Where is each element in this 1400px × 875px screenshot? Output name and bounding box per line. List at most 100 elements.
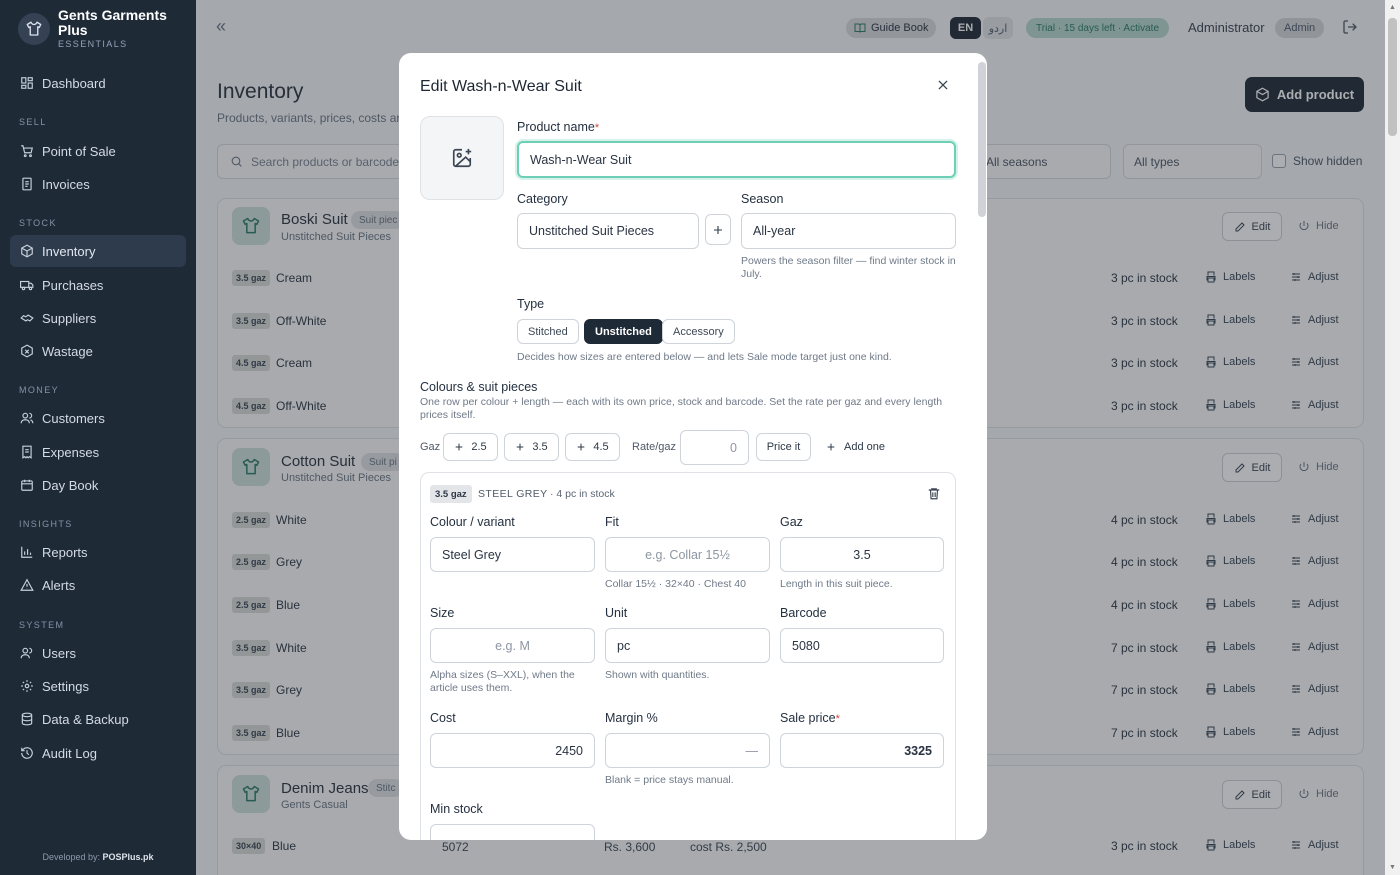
- sidebar: Gents Garments Plus ESSENTIALS Dashboard…: [0, 0, 196, 875]
- trash-icon[interactable]: [927, 486, 941, 501]
- add-gaz-2-5-button[interactable]: 2.5: [443, 433, 498, 461]
- product-name-input[interactable]: [517, 141, 956, 178]
- sidebar-item-invoices[interactable]: Invoices: [10, 168, 186, 200]
- sidebar-item-label: Reports: [42, 544, 88, 560]
- size-label: Size: [430, 606, 455, 620]
- dashboard-icon: [21, 77, 33, 89]
- sidebar-section-stock: STOCK: [19, 218, 57, 228]
- invoice-icon: [22, 177, 32, 191]
- margin-help: Blank = price stays manual.: [605, 774, 734, 786]
- receipt-icon: [22, 445, 32, 459]
- colour-variant-input[interactable]: [430, 537, 595, 572]
- sidebar-item-label: Users: [42, 645, 76, 661]
- product-name-label: Product name*: [517, 120, 600, 134]
- sidebar-item-suppliers[interactable]: Suppliers: [10, 302, 186, 334]
- bar-chart-icon: [21, 546, 33, 558]
- margin-input[interactable]: [605, 733, 770, 768]
- users-icon: [20, 412, 34, 424]
- sidebar-item-label: Expenses: [42, 444, 100, 460]
- type-stitched-button[interactable]: Stitched: [517, 319, 579, 344]
- barcode-label: Barcode: [780, 606, 827, 620]
- history-icon: [21, 747, 33, 759]
- min-stock-input[interactable]: [430, 824, 595, 840]
- sidebar-item-settings[interactable]: Settings: [10, 670, 186, 702]
- sidebar-item-audit-log[interactable]: Audit Log: [10, 737, 186, 769]
- box-icon: [21, 244, 33, 258]
- colour-variant-label: Colour / variant: [430, 515, 515, 529]
- rate-per-gaz-input[interactable]: [680, 430, 749, 465]
- sale-price-label: Sale price*: [780, 711, 840, 725]
- shirt-logo-icon: [18, 13, 50, 45]
- gaz-option-label: 4.5: [593, 441, 609, 453]
- category-select[interactable]: [517, 213, 699, 249]
- warning-icon: [20, 578, 34, 591]
- sidebar-item-users[interactable]: Users: [10, 637, 186, 669]
- sidebar-item-wastage[interactable]: Wastage: [10, 335, 186, 367]
- sidebar-item-reports[interactable]: Reports: [10, 536, 186, 568]
- add-category-button[interactable]: [705, 214, 731, 245]
- sidebar-item-label: Customers: [42, 410, 105, 426]
- close-icon[interactable]: [936, 78, 950, 92]
- sidebar-item-day-book[interactable]: Day Book: [10, 469, 186, 501]
- gaz-label: Gaz: [420, 441, 441, 453]
- sidebar-item-label: Settings: [42, 678, 89, 694]
- truck-icon: [20, 280, 34, 291]
- type-label: Type: [517, 297, 545, 311]
- sidebar-item-alerts[interactable]: Alerts: [10, 569, 186, 601]
- sidebar-item-label: Alerts: [42, 577, 76, 593]
- add-one-label: Add one: [844, 441, 885, 453]
- sidebar-item-expenses[interactable]: Expenses: [10, 436, 186, 468]
- fit-label: Fit: [605, 515, 619, 529]
- plus-icon: [517, 443, 524, 451]
- sidebar-item-purchases[interactable]: Purchases: [10, 269, 186, 301]
- cost-input[interactable]: [430, 733, 595, 768]
- sidebar-item-inventory[interactable]: Inventory: [10, 235, 186, 267]
- season-select[interactable]: [741, 213, 956, 249]
- modal-title: Edit Wash-n-Wear Suit: [420, 78, 582, 95]
- sidebar-item-label: Suppliers: [42, 310, 97, 326]
- sidebar-item-label: Wastage: [42, 343, 93, 359]
- gaz-help: Length in this suit piece.: [780, 578, 893, 590]
- plus-icon: [827, 443, 835, 451]
- colours-section-desc: One row per colour + length — each with …: [420, 396, 943, 421]
- fit-input[interactable]: [605, 537, 770, 572]
- add-one-button[interactable]: Add one: [826, 441, 885, 453]
- gaz-field-label: Gaz: [780, 515, 803, 529]
- season-help: Powers the season filter — find winter s…: [741, 255, 956, 280]
- sidebar-item-dashboard[interactable]: Dashboard: [10, 67, 186, 99]
- add-gaz-3-5-button[interactable]: 3.5: [504, 433, 559, 461]
- type-accessory-button[interactable]: Accessory: [662, 319, 735, 344]
- price-it-button[interactable]: Price it: [756, 433, 811, 461]
- handshake-icon: [20, 314, 34, 322]
- add-gaz-4-5-button[interactable]: 4.5: [565, 433, 620, 461]
- sidebar-section-sell: SELL: [19, 117, 47, 127]
- cost-label: Cost: [430, 711, 456, 725]
- gear-icon: [21, 680, 33, 692]
- variant-name: STEEL GREY: [478, 488, 548, 500]
- brand[interactable]: Gents Garments Plus ESSENTIALS: [18, 8, 193, 52]
- variant-stock: · 4 pc in stock: [550, 488, 615, 500]
- type-unstitched-button[interactable]: Unstitched: [584, 319, 663, 344]
- season-label: Season: [741, 192, 784, 206]
- sidebar-section-insights: INSIGHTS: [19, 519, 73, 529]
- modal-scrollbar-thumb[interactable]: [978, 62, 986, 217]
- page-scrollbar[interactable]: ▲ ▼: [1385, 0, 1400, 875]
- sidebar-item-point-of-sale[interactable]: Point of Sale: [10, 135, 186, 167]
- scroll-down-icon[interactable]: ▼: [1389, 864, 1396, 871]
- sidebar-item-label: Purchases: [42, 277, 104, 293]
- type-help: Decides how sizes are entered below — an…: [517, 351, 892, 363]
- gaz-option-label: 2.5: [471, 441, 487, 453]
- variant-length-badge: 3.5 gaz: [430, 485, 472, 503]
- sidebar-item-data-backup[interactable]: Data & Backup: [10, 703, 186, 735]
- min-stock-label: Min stock: [430, 802, 483, 816]
- gaz-input[interactable]: [780, 537, 944, 572]
- product-image-upload[interactable]: [420, 116, 504, 200]
- scroll-up-icon[interactable]: ▲: [1389, 4, 1396, 11]
- sidebar-item-customers[interactable]: Customers: [10, 402, 186, 434]
- size-input[interactable]: [430, 628, 595, 663]
- unit-input[interactable]: [605, 628, 770, 663]
- sale-price-input[interactable]: [780, 733, 944, 768]
- scrollbar-thumb[interactable]: [1388, 18, 1397, 136]
- credit-prefix: Developed by:: [42, 852, 100, 862]
- barcode-input[interactable]: [780, 628, 944, 663]
